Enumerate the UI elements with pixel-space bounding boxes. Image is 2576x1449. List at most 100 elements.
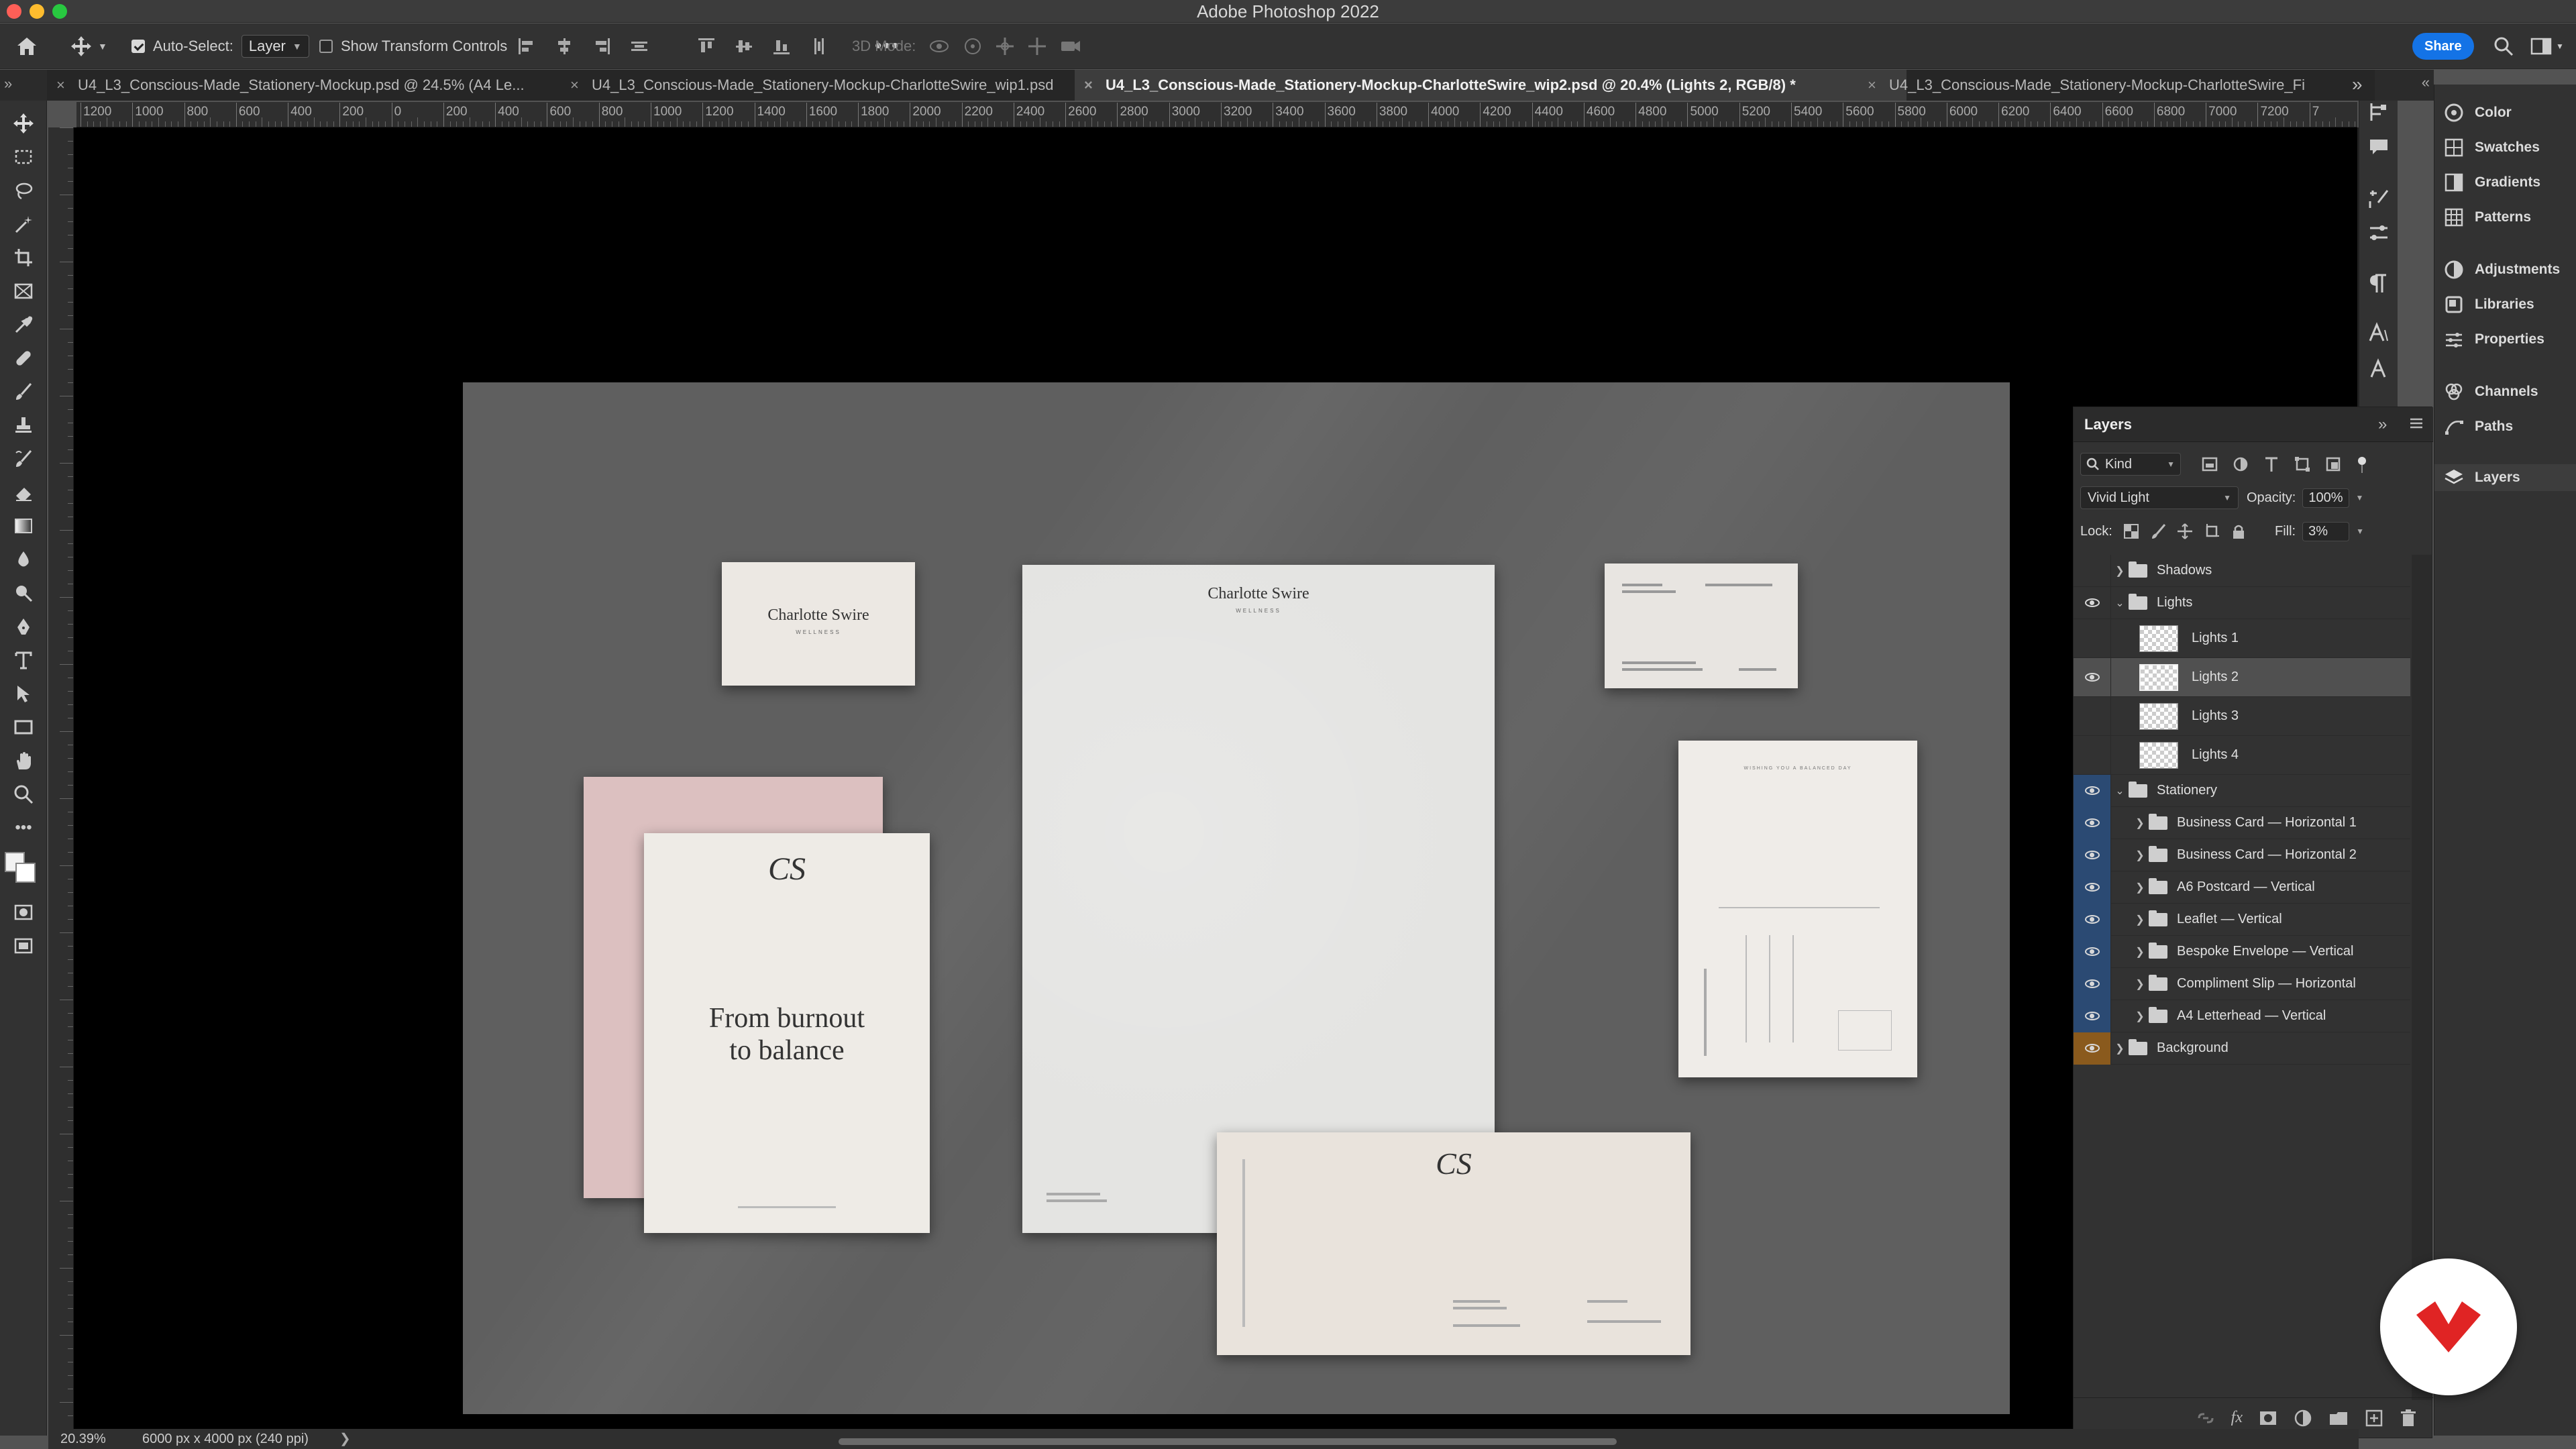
- fx-icon[interactable]: fx: [2231, 1409, 2243, 1427]
- doc-tab-2[interactable]: × U4_L3_Conscious-Made_Stationery-Mockup-…: [561, 70, 1138, 101]
- screen-mode-button[interactable]: [7, 931, 40, 961]
- libraries-panel-tab[interactable]: Libraries: [2444, 291, 2534, 318]
- workspace-switcher[interactable]: ▼: [2530, 23, 2564, 69]
- visibility-toggle[interactable]: [2074, 554, 2111, 587]
- filter-smart-object-icon[interactable]: [2324, 454, 2342, 474]
- gradient-tool[interactable]: [7, 511, 40, 541]
- color-panel-tab[interactable]: Color: [2444, 99, 2512, 126]
- layer-row-stationery[interactable]: ⌄ Stationery: [2074, 774, 2410, 807]
- double-chevron-right-icon[interactable]: »: [2378, 415, 2387, 434]
- visibility-toggle[interactable]: [2074, 967, 2111, 1000]
- panel-menu-button[interactable]: [2409, 415, 2424, 435]
- visibility-toggle[interactable]: [2074, 586, 2111, 619]
- lock-artboard-icon[interactable]: [2204, 523, 2220, 539]
- frame-tool[interactable]: [7, 276, 40, 306]
- filter-type-icon[interactable]: [2263, 454, 2280, 474]
- chevron-right-icon[interactable]: ❯: [2131, 881, 2149, 894]
- visibility-toggle[interactable]: [2074, 774, 2111, 807]
- chevron-right-icon[interactable]: ❯: [2131, 977, 2149, 991]
- paths-panel-tab[interactable]: Paths: [2444, 413, 2513, 440]
- patterns-panel-tab[interactable]: Patterns: [2444, 204, 2531, 231]
- background-color-swatch[interactable]: [15, 863, 36, 883]
- lasso-tool[interactable]: [7, 176, 40, 205]
- hand-tool[interactable]: [7, 746, 40, 775]
- path-selection-tool[interactable]: [7, 679, 40, 708]
- fill-input[interactable]: 3%: [2302, 521, 2350, 541]
- doc-tab-1[interactable]: × U4_L3_Conscious-Made_Stationery-Mockup.…: [47, 70, 570, 101]
- vertical-ruler[interactable]: [48, 127, 74, 1429]
- new-group-icon[interactable]: [2328, 1409, 2349, 1428]
- home-button[interactable]: [15, 23, 39, 69]
- close-icon[interactable]: ×: [1868, 70, 1876, 101]
- pen-tool[interactable]: [7, 612, 40, 641]
- visibility-toggle[interactable]: [2074, 839, 2111, 871]
- eyedropper-tool[interactable]: [7, 310, 40, 339]
- doc-tab-3-active[interactable]: × U4_L3_Conscious-Made_Stationery-Mockup-…: [1075, 70, 1907, 101]
- business-card-horizontal-2[interactable]: [1605, 564, 1798, 688]
- panel-collapse-bar[interactable]: «: [2375, 70, 2434, 101]
- align-right-icon[interactable]: [592, 36, 612, 56]
- 3d-orbit-icon[interactable]: [928, 36, 951, 56]
- visibility-toggle[interactable]: [2074, 806, 2111, 839]
- filter-adjustment-icon[interactable]: [2232, 454, 2249, 474]
- layer-row-shadows[interactable]: ❯ Shadows: [2074, 554, 2410, 587]
- doc-tab-4[interactable]: × U4_L3_Conscious-Made_Stationery-Mockup-…: [1858, 70, 2355, 101]
- layer-row-leaflet[interactable]: ❯ Leaflet — Vertical: [2074, 903, 2410, 936]
- tabs-overflow-button[interactable]: »: [2348, 70, 2375, 101]
- layer-row-business-card-1[interactable]: ❯ Business Card — Horizontal 1: [2074, 806, 2410, 839]
- chevron-right-icon[interactable]: ❯: [2131, 816, 2149, 830]
- visibility-toggle[interactable]: [2074, 1032, 2111, 1065]
- 3d-pan-icon[interactable]: [995, 36, 1015, 56]
- zoom-level[interactable]: 20.39%: [60, 1432, 106, 1447]
- show-transform-checkbox[interactable]: [319, 40, 333, 53]
- chevron-down-icon[interactable]: ⌄: [2111, 596, 2129, 610]
- paragraph-panel-button[interactable]: [2367, 272, 2390, 299]
- align-bottom-icon[interactable]: [771, 36, 792, 56]
- magic-wand-tool[interactable]: [7, 209, 40, 239]
- opacity-input[interactable]: 100%: [2302, 488, 2349, 508]
- distribute-vertical-icon[interactable]: [809, 36, 829, 56]
- glyphs-panel-button[interactable]: [2367, 358, 2390, 384]
- close-icon[interactable]: ×: [1084, 70, 1093, 101]
- clone-stamp-tool[interactable]: [7, 411, 40, 440]
- chevron-right-icon[interactable]: ❯: [2131, 849, 2149, 862]
- swatches-panel-tab[interactable]: Swatches: [2444, 134, 2540, 161]
- visibility-toggle[interactable]: [2074, 657, 2111, 697]
- lock-position-icon[interactable]: [2177, 523, 2193, 539]
- share-button[interactable]: Share: [2412, 33, 2474, 60]
- chevron-right-icon[interactable]: ❯: [2131, 1010, 2149, 1023]
- chevron-right-icon[interactable]: ❯: [2111, 1042, 2129, 1055]
- chevron-right-icon[interactable]: ❯: [2131, 945, 2149, 959]
- link-icon[interactable]: [2196, 1409, 2215, 1428]
- chevron-down-icon[interactable]: ⌄: [2111, 784, 2129, 798]
- history-panel-button[interactable]: [2367, 101, 2390, 127]
- type-tool[interactable]: [7, 645, 40, 675]
- layer-row-envelope[interactable]: ❯ Bespoke Envelope — Vertical: [2074, 935, 2410, 968]
- color-swatches[interactable]: [5, 847, 40, 887]
- 3d-camera-icon[interactable]: [1059, 36, 1082, 56]
- lock-all-icon[interactable]: [2231, 523, 2247, 539]
- align-middle-icon[interactable]: [734, 36, 754, 56]
- filter-toggle-icon[interactable]: [2355, 454, 2369, 474]
- visibility-toggle[interactable]: [2074, 735, 2111, 775]
- layer-row-compliment-slip[interactable]: ❯ Compliment Slip — Horizontal: [2074, 967, 2410, 1000]
- layer-row-lights-1[interactable]: Lights 1: [2074, 619, 2410, 658]
- adjustment-layer-icon[interactable]: [2294, 1409, 2312, 1428]
- chevron-down-icon[interactable]: ▼: [2356, 527, 2364, 536]
- chevron-right-icon[interactable]: ❯: [339, 1430, 351, 1447]
- layer-row-background[interactable]: ❯ Background: [2074, 1032, 2410, 1065]
- layer-row-lights-2-selected[interactable]: Lights 2: [2074, 657, 2410, 697]
- move-tool-preset[interactable]: ▼: [70, 23, 107, 69]
- close-icon[interactable]: ×: [56, 70, 65, 101]
- chevron-down-icon[interactable]: ▼: [2356, 493, 2364, 502]
- zoom-tool[interactable]: [7, 780, 40, 809]
- history-brush-tool[interactable]: [7, 444, 40, 474]
- layer-filter-dropdown[interactable]: Kind ▼: [2080, 453, 2181, 476]
- adjust-panel-button[interactable]: [2367, 221, 2390, 248]
- toolbar-collapse[interactable]: »: [0, 70, 47, 101]
- layer-row-lights-3[interactable]: Lights 3: [2074, 696, 2410, 736]
- layers-panel-tab[interactable]: Layers: [2434, 464, 2576, 491]
- visibility-toggle[interactable]: [2074, 871, 2111, 904]
- edit-toolbar-button[interactable]: •••: [7, 813, 40, 843]
- auto-select-checkbox[interactable]: [131, 40, 145, 53]
